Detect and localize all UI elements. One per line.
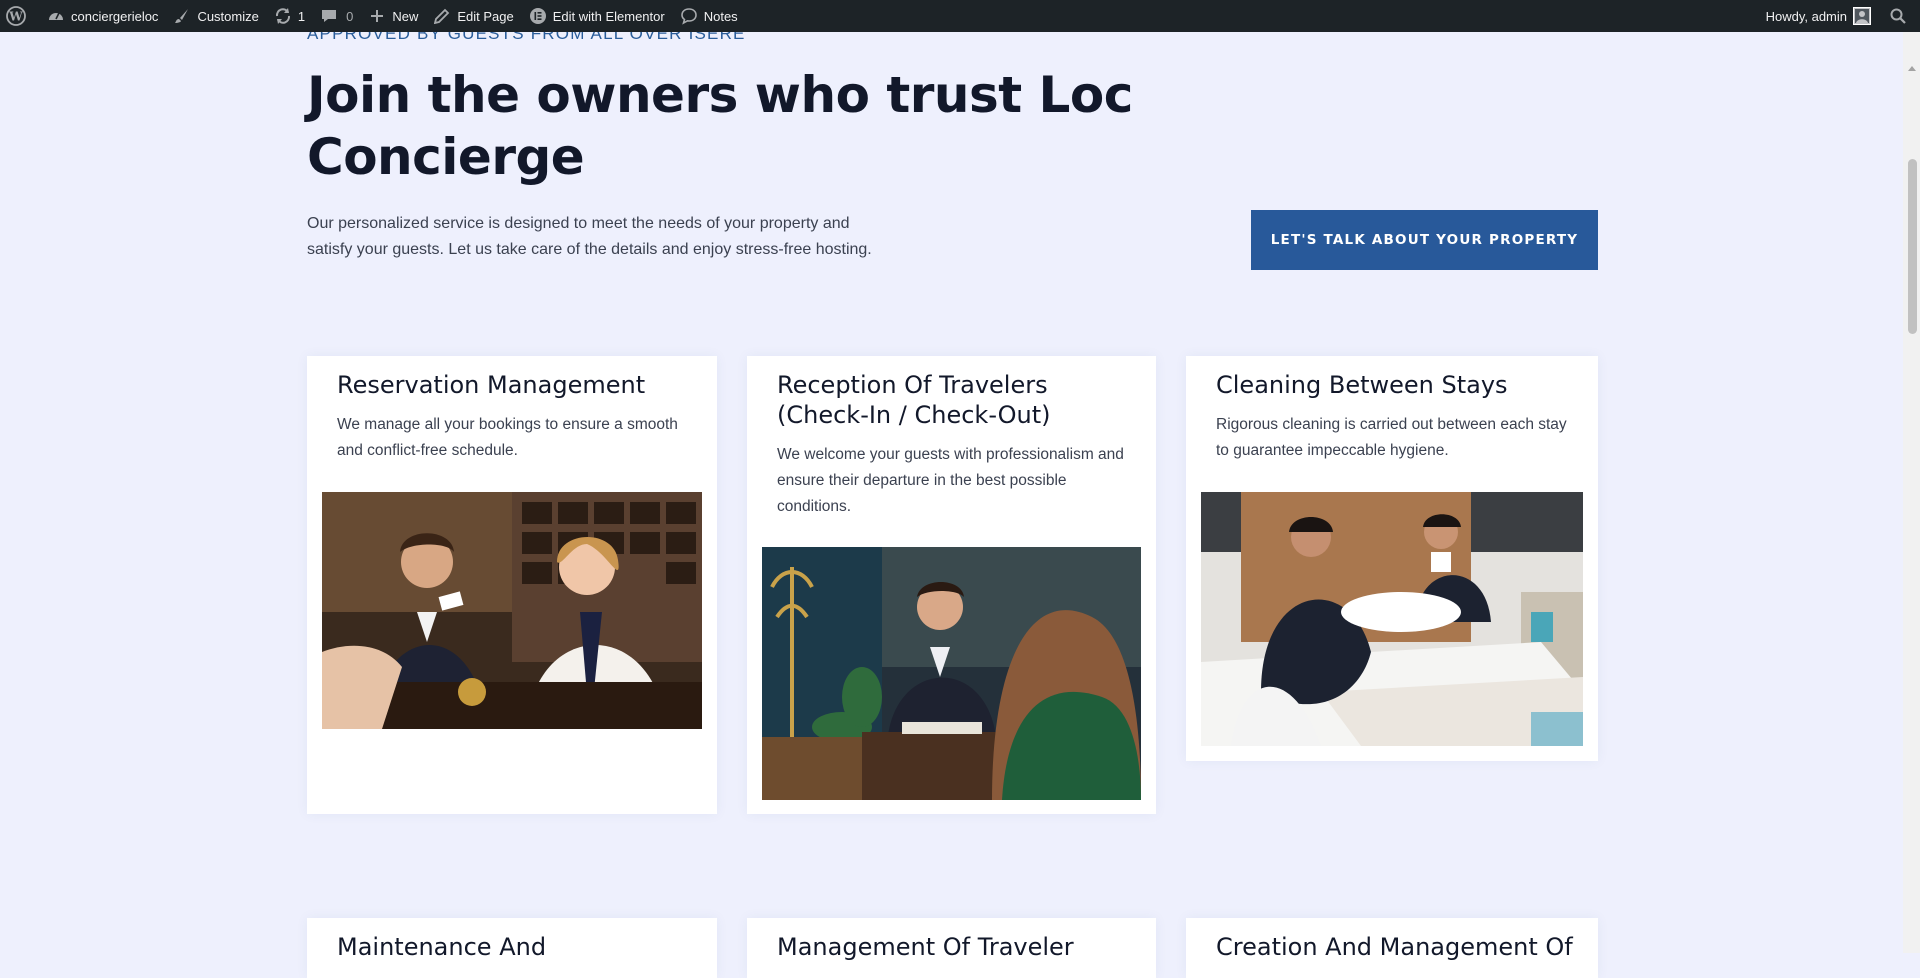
edit-page-label: Edit Page bbox=[457, 8, 514, 24]
edit-elementor-label: Edit with Elementor bbox=[552, 8, 665, 24]
new-label: New bbox=[392, 8, 419, 24]
service-title: Management Of Traveler bbox=[777, 933, 1074, 961]
service-card-reception: Reception Of Travelers (Check-In / Check… bbox=[747, 356, 1156, 814]
plus-icon bbox=[367, 6, 387, 26]
edit-page-link[interactable]: Edit Page bbox=[425, 0, 520, 32]
service-card-traveler-management: Management Of Traveler bbox=[747, 918, 1156, 978]
updates-icon bbox=[273, 6, 293, 26]
new-content-menu[interactable]: New bbox=[360, 0, 425, 32]
notes-label: Notes bbox=[703, 8, 738, 24]
avatar bbox=[1853, 7, 1871, 25]
service-card-cleaning: Cleaning Between Stays Rigorous cleaning… bbox=[1186, 356, 1598, 761]
scrollbar-thumb[interactable] bbox=[1908, 159, 1917, 334]
dashboard-icon bbox=[46, 6, 66, 26]
greeting: Howdy, admin bbox=[1765, 8, 1847, 24]
edit-elementor-link[interactable]: Edit with Elementor bbox=[521, 0, 672, 32]
speech-bubble-icon bbox=[679, 6, 699, 26]
service-description: We manage all your bookings to ensure a … bbox=[337, 416, 678, 459]
pencil-icon bbox=[432, 6, 452, 26]
service-title: Reservation Management bbox=[337, 371, 646, 399]
service-title: Reception Of Travelers (Check-In / Check… bbox=[777, 371, 1051, 429]
site-name-menu[interactable]: conciergerieloc bbox=[39, 0, 165, 32]
hotel-check-in-photo bbox=[762, 547, 1141, 800]
service-card-maintenance: Maintenance And bbox=[307, 918, 717, 978]
admin-bar: W conciergerieloc Customize 1 0 New Edit… bbox=[0, 0, 1920, 32]
service-title: Maintenance And bbox=[337, 933, 547, 961]
wordpress-icon: W bbox=[6, 6, 26, 26]
comments-count: 0 bbox=[346, 8, 354, 24]
comments-link[interactable]: 0 bbox=[312, 0, 360, 32]
reception-desk-photo bbox=[322, 492, 702, 729]
brush-icon bbox=[172, 6, 192, 26]
account-menu[interactable]: Howdy, admin bbox=[1759, 0, 1878, 32]
wordpress-logo-menu[interactable]: W bbox=[0, 0, 39, 32]
notes-link[interactable]: Notes bbox=[672, 0, 745, 32]
page-scrollbar[interactable] bbox=[1903, 32, 1920, 953]
service-card-reservation: Reservation Management We manage all you… bbox=[307, 356, 717, 814]
search-toggle[interactable] bbox=[1878, 0, 1920, 32]
elementor-icon bbox=[528, 6, 548, 26]
service-title: Cleaning Between Stays bbox=[1216, 371, 1508, 399]
comment-icon bbox=[319, 6, 339, 26]
service-description: We welcome your guests with professional… bbox=[777, 446, 1124, 515]
service-title: Creation And Management Of bbox=[1216, 933, 1573, 961]
site-name: conciergerieloc bbox=[71, 8, 159, 24]
scroll-up-arrow-icon[interactable] bbox=[1908, 66, 1916, 71]
page-title: Join the owners who trust Loc Concierge bbox=[307, 66, 1133, 186]
updates-link[interactable]: 1 bbox=[266, 0, 312, 32]
housekeeping-bed-photo bbox=[1201, 492, 1583, 746]
svg-text:W: W bbox=[8, 10, 23, 24]
customize-link[interactable]: Customize bbox=[165, 0, 265, 32]
service-description: Rigorous cleaning is carried out between… bbox=[1216, 416, 1567, 459]
search-icon bbox=[1888, 6, 1908, 26]
contact-cta-button[interactable]: LET'S TALK ABOUT YOUR PROPERTY bbox=[1251, 210, 1598, 270]
service-card-creation-management: Creation And Management Of bbox=[1186, 918, 1598, 978]
customize-label: Customize bbox=[197, 8, 259, 24]
updates-count: 1 bbox=[297, 8, 306, 24]
hero-description: Our personalized service is designed to … bbox=[307, 215, 872, 258]
